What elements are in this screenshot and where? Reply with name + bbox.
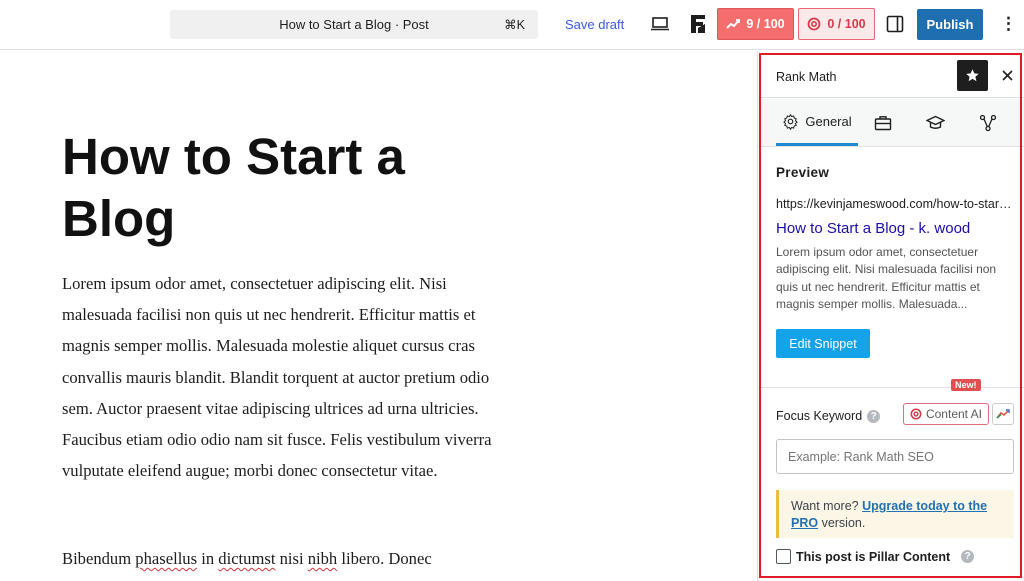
close-sidebar-button[interactable] (998, 65, 1016, 85)
schema-icon (979, 114, 997, 131)
keyword-trends-button[interactable] (992, 403, 1014, 425)
preview-section: Preview https://kevinjameswood.com/how-t… (758, 148, 1024, 388)
focus-keyword-label-row: Focus Keyword ? (776, 409, 881, 423)
post-title[interactable]: How to Start a Blog (62, 126, 482, 250)
paragraph-text: nisi (275, 549, 308, 568)
help-icon[interactable]: ? (961, 550, 975, 563)
seo-score-button[interactable]: 9 / 100 (717, 8, 794, 40)
sidebar-header: Rank Math (758, 51, 1024, 98)
content-ai-button[interactable]: Content AI (903, 403, 989, 425)
content-ai-score-value: 0 / 100 (827, 17, 866, 31)
focus-keyword-section: New! Focus Keyword ? Content AI Want mor… (758, 379, 1024, 581)
rank-math-sidebar: Rank Math General Preview https://kevinj… (757, 51, 1024, 581)
focus-keyword-label: Focus Keyword (776, 409, 863, 423)
pillar-content-label: This post is Pillar Content (796, 549, 951, 564)
misspelled-word: nibh (307, 549, 338, 568)
close-icon (1001, 69, 1013, 81)
content-ai-score-button[interactable]: 0 / 100 (798, 8, 875, 40)
tab-social[interactable] (973, 99, 1003, 146)
paragraph-text: Bibendum (62, 549, 136, 568)
new-badge: New! (951, 379, 981, 391)
pillar-content-checkbox[interactable] (776, 549, 791, 564)
star-icon (966, 69, 979, 82)
paragraph-text: in (197, 549, 219, 568)
pin-star-button[interactable] (957, 60, 988, 91)
snippet-url: https://kevinjameswood.com/how-to-start-… (776, 197, 1014, 211)
save-draft-button[interactable]: Save draft (565, 17, 624, 32)
sidebar-title: Rank Math (776, 70, 837, 84)
edit-snippet-button[interactable]: Edit Snippet (776, 329, 870, 358)
seo-score-value: 9 / 100 (746, 17, 785, 31)
focus-keyword-input[interactable] (776, 439, 1014, 474)
more-options-icon[interactable]: ⋮ (1000, 14, 1017, 36)
content-ai-icon (910, 408, 922, 420)
preview-heading: Preview (776, 165, 830, 180)
paragraph-block[interactable]: Lorem ipsum odor amet, consectetuer adip… (62, 268, 492, 486)
document-title: How to Start a Blog · Post (279, 17, 429, 32)
paragraph-block[interactable]: Bibendum phasellus in dictumst nisi nibh… (62, 543, 492, 574)
gear-icon (783, 113, 799, 130)
tab-advanced[interactable] (868, 99, 898, 146)
command-palette-bar[interactable]: How to Start a Blog · Post ⌘K (170, 10, 538, 39)
sidebar-tabs: General (758, 99, 1024, 147)
tab-schema[interactable] (920, 99, 950, 146)
upgrade-notice: Want more? Upgrade today to the PRO vers… (776, 490, 1014, 538)
misspelled-word: phasellus (135, 549, 198, 568)
paragraph-text: libero. Donec (337, 549, 432, 568)
help-icon[interactable]: ? (867, 409, 881, 423)
snippet-description: Lorem ipsum odor amet, consectetuer adip… (776, 245, 997, 311)
content-ai-icon (807, 17, 821, 31)
misspelled-word: dictumst (218, 549, 276, 568)
pillar-content-row[interactable]: This post is Pillar Content ? (776, 549, 975, 564)
upgrade-prefix: Want more? (791, 499, 863, 513)
publish-button[interactable]: Publish (917, 9, 983, 40)
brand-logo-icon[interactable] (688, 13, 708, 35)
editor-top-bar: How to Start a Blog · Post ⌘K Save draft… (0, 0, 1024, 50)
tab-general[interactable]: General (776, 99, 858, 146)
upgrade-suffix: version. (818, 516, 866, 530)
content-ai-label: Content AI (925, 407, 983, 421)
rank-math-icon (726, 19, 741, 29)
tab-general-label: General (805, 113, 852, 129)
snippet-title: How to Start a Blog - k. wood (776, 220, 971, 237)
trend-chart-icon (996, 409, 1010, 419)
laptop-preview-icon[interactable] (650, 15, 670, 33)
sidebar-toggle-icon[interactable] (886, 15, 904, 33)
toolbox-icon (874, 115, 892, 130)
graduation-cap-icon (925, 115, 945, 129)
editor-canvas: How to Start a Blog Lorem ipsum odor ame… (0, 51, 757, 581)
command-shortcut: ⌘K (504, 18, 525, 32)
